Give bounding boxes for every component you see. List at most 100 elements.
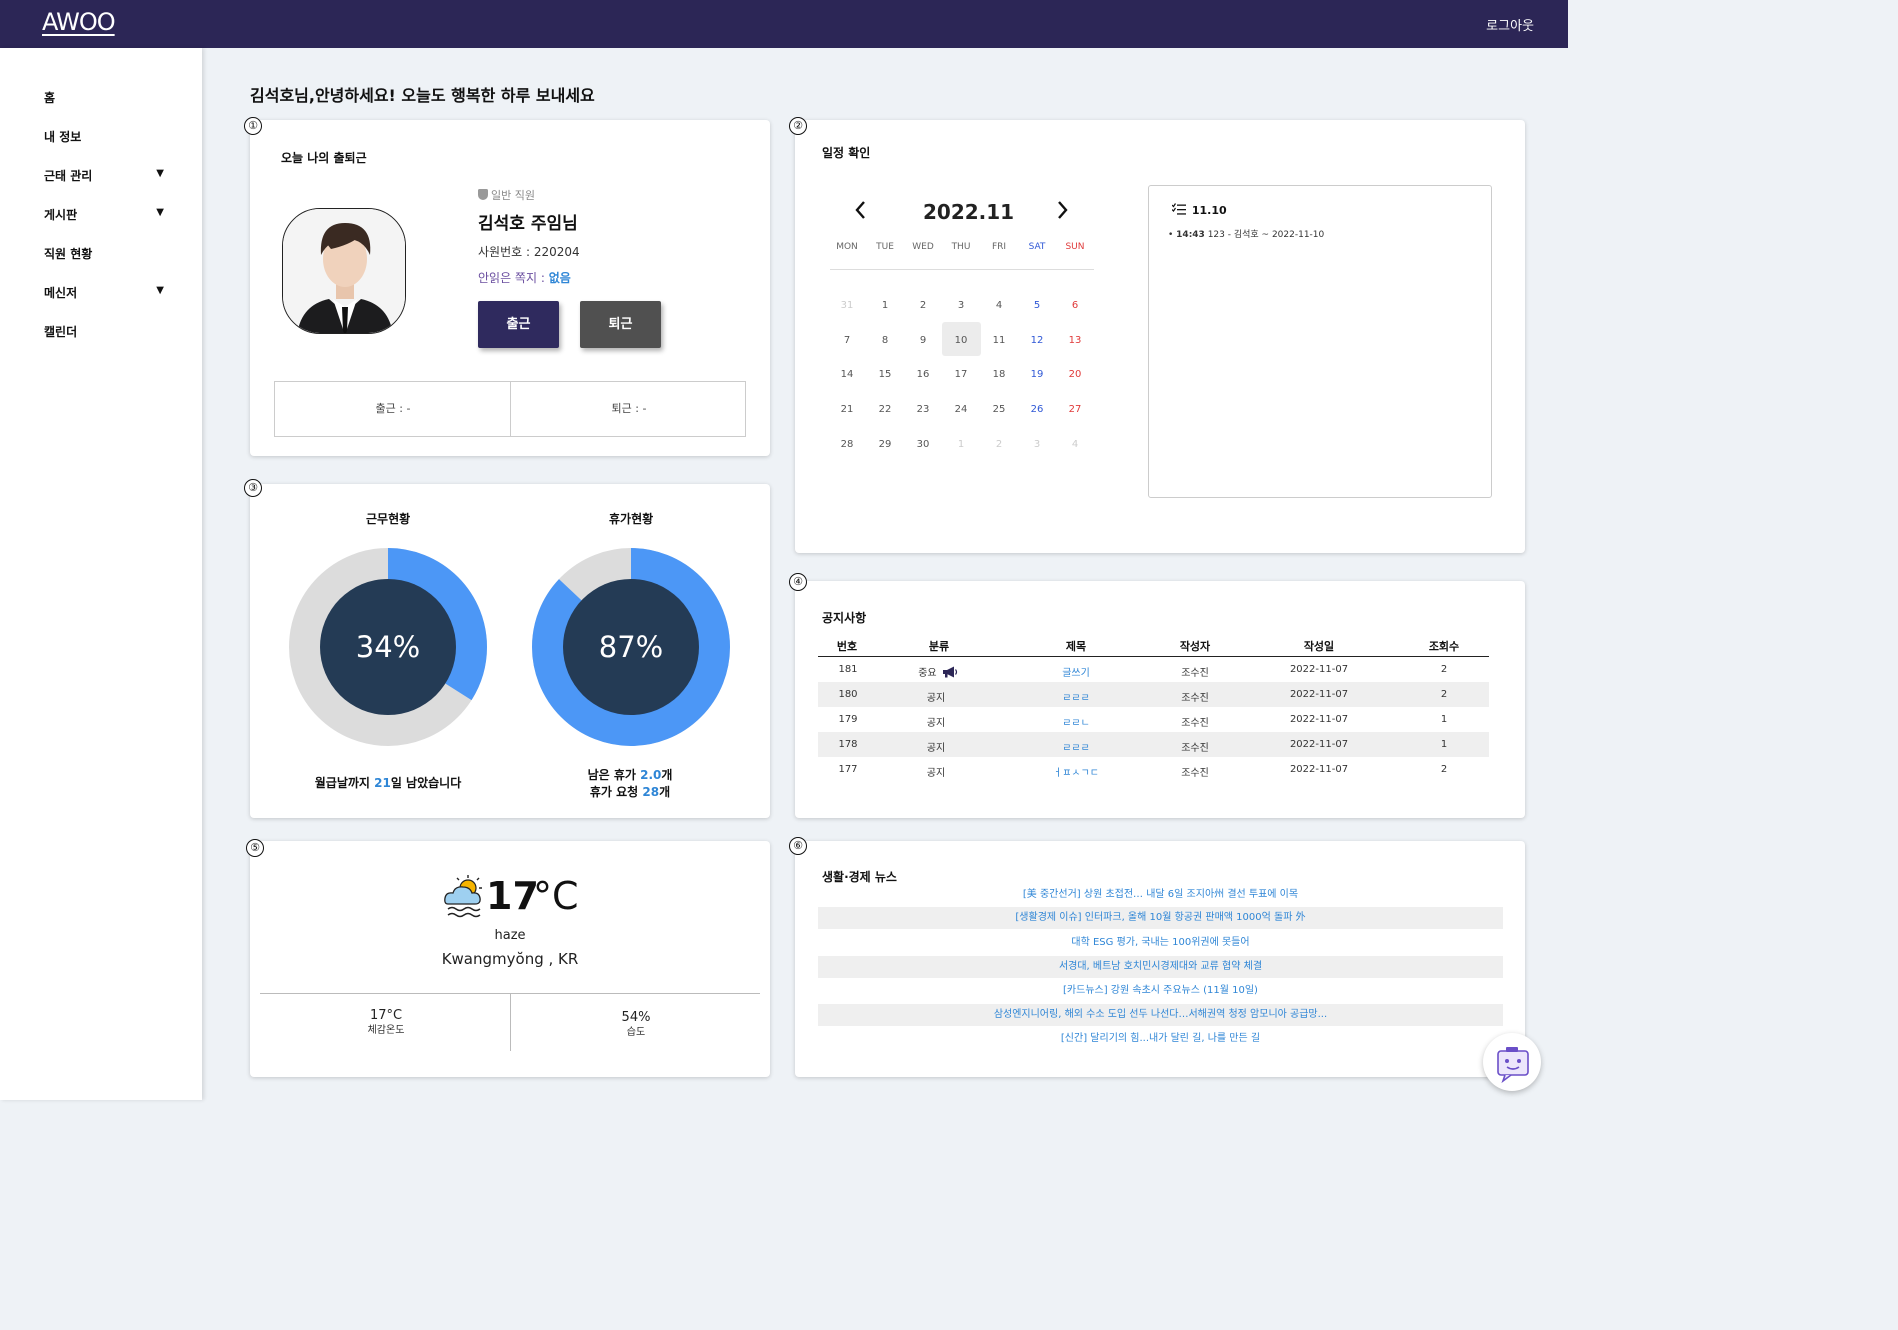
calendar-day[interactable]: 28 bbox=[830, 439, 864, 450]
calendar-day[interactable]: 2 bbox=[906, 300, 940, 311]
column-header: 작성일 bbox=[1303, 640, 1335, 653]
clock-in-button[interactable]: 출근 bbox=[478, 301, 559, 348]
app-logo[interactable]: AWOO bbox=[42, 8, 116, 36]
schedule-event[interactable]: • 14:43 123 - 김석호 ~ 2022-11-10 bbox=[1168, 227, 1324, 240]
clock-out-time: 퇴근 : - bbox=[611, 402, 647, 415]
calendar-day[interactable]: 3 bbox=[944, 300, 978, 311]
attendance-times: 출근 : - 퇴근 : - bbox=[274, 381, 746, 437]
cell-views: 2 bbox=[1440, 689, 1448, 700]
calendar-day[interactable]: 4 bbox=[982, 300, 1016, 311]
calendar-day[interactable]: 25 bbox=[982, 404, 1016, 415]
calendar-day[interactable]: 31 bbox=[830, 300, 864, 311]
table-row[interactable]: 178 공지 ㄹㄹㄹ 조수진 2022-11-07 1 bbox=[818, 732, 1489, 757]
cell-category: 공지 bbox=[926, 743, 946, 754]
cell-author: 조수진 bbox=[1181, 668, 1209, 679]
calendar-day[interactable]: 27 bbox=[1058, 404, 1092, 415]
weekday-label: FRI bbox=[991, 242, 1007, 252]
calendar-day[interactable]: 13 bbox=[1058, 335, 1092, 346]
cell-views: 2 bbox=[1440, 664, 1448, 675]
schedule-date: 11.10 bbox=[1171, 203, 1227, 217]
unread-value: 없음 bbox=[548, 271, 571, 285]
news-item[interactable]: 서경대, 베트남 호치민시경제대와 교류 협약 체결 bbox=[818, 956, 1503, 978]
sidebar-item-label: 메신저 bbox=[44, 286, 78, 300]
caption-text: 휴가 요청 bbox=[589, 785, 643, 799]
chevron-right-icon bbox=[1058, 201, 1068, 219]
sidebar-item-staff[interactable]: 직원 현황 bbox=[44, 245, 174, 262]
calendar-day[interactable]: 24 bbox=[944, 404, 978, 415]
calendar-day[interactable]: 10 bbox=[944, 335, 978, 346]
caption-text: 개 bbox=[661, 768, 673, 782]
clock-out-button[interactable]: 퇴근 bbox=[580, 301, 661, 348]
calendar-day[interactable]: 22 bbox=[868, 404, 902, 415]
caption-number: 2.0 bbox=[640, 768, 662, 782]
sidebar-item-attendance[interactable]: 근태 관리 ▼ bbox=[44, 167, 174, 184]
calendar-day[interactable]: 23 bbox=[906, 404, 940, 415]
logout-link[interactable]: 로그아웃 bbox=[1486, 15, 1534, 34]
cell-author: 조수진 bbox=[1181, 743, 1209, 754]
calendar-day[interactable]: 6 bbox=[1058, 300, 1092, 311]
cell-title-link[interactable]: ㅓㅍㅅㄱㄷ bbox=[1036, 764, 1116, 779]
cell-no: 180 bbox=[838, 689, 858, 700]
table-row[interactable]: 180 공지 ㄹㄹㄹ 조수진 2022-11-07 2 bbox=[818, 682, 1489, 707]
calendar-day[interactable]: 15 bbox=[868, 369, 902, 380]
calendar-day[interactable]: 2 bbox=[982, 439, 1016, 450]
profile-photo bbox=[283, 209, 405, 333]
news-item[interactable]: [신간] 달리기의 힘...내가 달린 길, 나를 만든 길 bbox=[818, 1028, 1503, 1050]
weekday-label: WED bbox=[912, 242, 934, 252]
cell-category: 공지 bbox=[926, 693, 946, 704]
cell-views: 1 bbox=[1440, 739, 1448, 750]
calendar-day[interactable]: 30 bbox=[906, 439, 940, 450]
humidity-label: 습도 bbox=[626, 1027, 646, 1038]
unread-messages[interactable]: 안읽은 쪽지 : 없음 bbox=[478, 269, 571, 286]
prev-month-button[interactable] bbox=[853, 198, 869, 228]
calendar-day[interactable]: 18 bbox=[982, 369, 1016, 380]
table-row[interactable]: 181 중요 글쓰기 조수진 2022-11-07 2 bbox=[818, 657, 1489, 682]
calendar-day[interactable]: 20 bbox=[1058, 369, 1092, 380]
cell-title-link[interactable]: ㄹㄹㄹ bbox=[1036, 739, 1116, 754]
chevron-left-icon bbox=[855, 201, 865, 219]
calendar-day[interactable]: 5 bbox=[1020, 300, 1054, 311]
table-row[interactable]: 179 공지 ㄹㄹㄴ 조수진 2022-11-07 1 bbox=[818, 707, 1489, 732]
news-item[interactable]: [美 중간선거] 상원 초접전… 내달 6일 조지아州 결선 투표에 이목 bbox=[818, 884, 1503, 906]
news-item[interactable]: [생활경제 이슈] 인터파크, 올해 10월 항공권 판매액 1000억 돌파 … bbox=[818, 907, 1503, 929]
calendar-day[interactable]: 9 bbox=[906, 335, 940, 346]
sidebar-item-my-info[interactable]: 내 정보 bbox=[44, 128, 174, 145]
calendar-day[interactable]: 19 bbox=[1020, 369, 1054, 380]
current-temperature: 17 bbox=[486, 874, 539, 918]
cell-author: 조수진 bbox=[1181, 718, 1209, 729]
calendar-day[interactable]: 1 bbox=[944, 439, 978, 450]
news-item[interactable]: 대학 ESG 평가, 국내는 100위권에 못들어 bbox=[818, 932, 1503, 954]
calendar-day[interactable]: 8 bbox=[868, 335, 902, 346]
news-item[interactable]: 삼성엔지니어링, 해외 수소 도입 선두 나선다…서해권역 청정 암모니아 공급… bbox=[818, 1004, 1503, 1026]
sidebar-item-messenger[interactable]: 메신저 ▼ bbox=[44, 284, 174, 301]
cell-title-link[interactable]: 글쓰기 bbox=[1036, 664, 1116, 679]
checklist-icon bbox=[1171, 203, 1186, 215]
caption-text: 일 남았습니다 bbox=[390, 776, 462, 790]
calendar-day[interactable]: 16 bbox=[906, 369, 940, 380]
calendar-day[interactable]: 1 bbox=[868, 300, 902, 311]
chatbot-button[interactable] bbox=[1483, 1033, 1541, 1091]
calendar-day[interactable]: 26 bbox=[1020, 404, 1054, 415]
sidebar-item-home[interactable]: 홈 bbox=[44, 89, 174, 106]
calendar-day[interactable]: 14 bbox=[830, 369, 864, 380]
caption-text: 개 bbox=[659, 785, 671, 799]
calendar-day[interactable]: 12 bbox=[1020, 335, 1054, 346]
calendar-day[interactable]: 7 bbox=[830, 335, 864, 346]
calendar-day[interactable]: 3 bbox=[1020, 439, 1054, 450]
cell-title-link[interactable]: ㄹㄹㄹ bbox=[1036, 689, 1116, 704]
calendar-day[interactable]: 17 bbox=[944, 369, 978, 380]
table-row[interactable]: 177 공지 ㅓㅍㅅㄱㄷ 조수진 2022-11-07 2 bbox=[818, 757, 1489, 782]
sidebar-item-calendar[interactable]: 캘린더 bbox=[44, 323, 174, 340]
schedule-date-text: 11.10 bbox=[1191, 204, 1227, 217]
employee-number: 사원번호 : 220204 bbox=[478, 245, 580, 259]
cell-title-link[interactable]: ㄹㄹㄴ bbox=[1036, 714, 1116, 729]
next-month-button[interactable] bbox=[1054, 198, 1070, 228]
weekday-label: THU bbox=[951, 242, 971, 252]
calendar-day[interactable]: 21 bbox=[830, 404, 864, 415]
calendar-day[interactable]: 4 bbox=[1058, 439, 1092, 450]
news-item[interactable]: [카드뉴스] 강원 속초시 주요뉴스 (11월 10일) bbox=[818, 980, 1503, 1002]
calendar-day[interactable]: 11 bbox=[982, 335, 1016, 346]
sidebar-item-label: 캘린더 bbox=[44, 325, 78, 339]
sidebar-item-board[interactable]: 게시판 ▼ bbox=[44, 206, 174, 223]
calendar-day[interactable]: 29 bbox=[868, 439, 902, 450]
